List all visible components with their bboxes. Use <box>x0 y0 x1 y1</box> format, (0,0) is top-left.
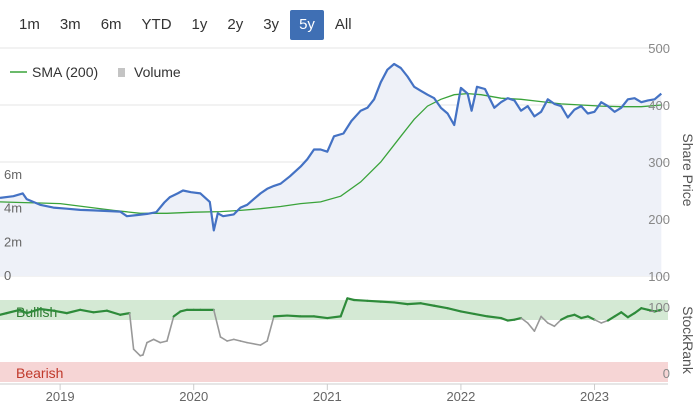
stockrank-line-segment <box>159 340 168 344</box>
stockrank-line-segment <box>142 341 148 356</box>
volume-tick-label: 0 <box>4 268 11 283</box>
volume-legend-swatch <box>118 68 125 77</box>
volume-tick-label: 6m <box>4 167 22 182</box>
stockrank-line-segment <box>272 314 289 318</box>
price-tick-label: 100 <box>648 269 670 284</box>
stockrank-line-segment <box>132 348 142 357</box>
stockrank-axis-title: StockRank <box>680 306 696 375</box>
price-tick-label: 400 <box>648 98 670 113</box>
x-tick-label: 2019 <box>46 389 75 404</box>
stockrank-line-segment <box>406 302 422 306</box>
stockrank-line-segment <box>379 300 396 304</box>
x-tick-label: 2023 <box>580 389 609 404</box>
x-tick-label: 2020 <box>179 389 208 404</box>
stockrank-line-segment <box>593 318 603 324</box>
stockrank-line-segment <box>226 338 235 342</box>
volume-tick-label: 2m <box>4 234 22 249</box>
stockrank-line-segment <box>526 322 536 332</box>
bearish-band <box>0 362 668 382</box>
stockrank-line-segment <box>286 314 302 318</box>
volume-tick-label: 4m <box>4 201 22 216</box>
stockrank-line-segment <box>239 340 248 344</box>
price-tick-label: 200 <box>648 212 670 227</box>
stockrank-tick-label: 100 <box>648 300 670 315</box>
price-tick-label: 500 <box>648 41 670 56</box>
price-area <box>0 64 662 276</box>
sma-legend-label: SMA (200) <box>32 64 98 80</box>
stockrank-line-segment <box>546 322 556 328</box>
stockrank-line-segment <box>166 315 175 342</box>
stockrank-tick-label: 0 <box>663 366 670 381</box>
price-panel: 100 200 300 400 500 0 2m 4m 6m Share Price <box>0 41 696 284</box>
stockrank-panel: BullishBearish 0100 StockRank2019 2020 2021 2… <box>0 297 696 404</box>
stockrank-line-segment <box>259 340 269 346</box>
stockrank-line-segment <box>233 338 242 342</box>
stockrank-line-segment <box>553 318 562 328</box>
volume-legend-label: Volume <box>134 64 181 80</box>
x-tick-label: 2021 <box>313 389 342 404</box>
stockrank-line-segment <box>146 338 155 344</box>
stockrank-line-segment <box>352 298 369 302</box>
stockrank-line-segment <box>152 338 162 344</box>
stockrank-line-segment <box>366 299 382 303</box>
bearish-label: Bearish <box>16 365 63 381</box>
price-tick-label: 300 <box>648 155 670 170</box>
price-axis-title: Share Price <box>680 133 696 206</box>
stockrank-line-segment <box>246 341 262 346</box>
stock-chart: 10020030040050002m4m6m Share Price Bullis… <box>0 41 696 404</box>
chart-legend: SMA (200) Volume <box>10 64 181 80</box>
x-tick-label: 2022 <box>446 389 475 404</box>
stockrank-line-segment <box>219 336 228 342</box>
stockrank-line-segment <box>266 315 275 342</box>
